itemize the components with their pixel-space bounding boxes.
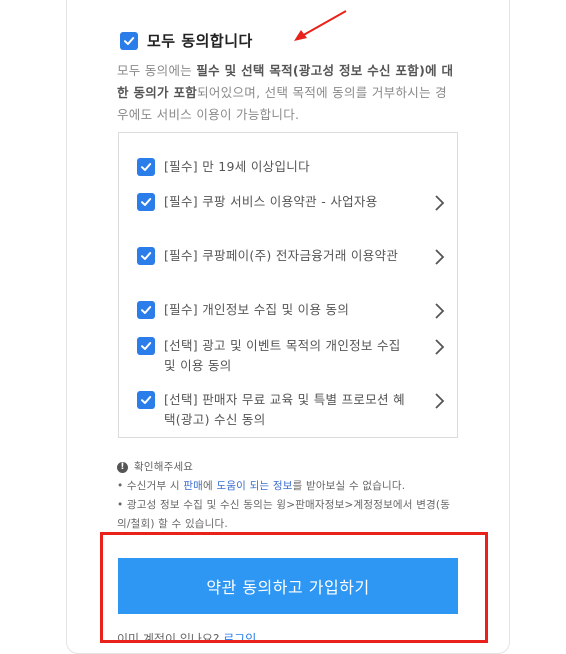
term-checkbox[interactable] [137,247,155,265]
notice-line: • 수신거부 시 판매에 도움이 되는 정보를 받아보실 수 없습니다. [117,477,461,496]
agree-all-label: 모두 동의합니다 [147,32,253,50]
notice-section: ! 확인해주세요 • 수신거부 시 판매에 도움이 되는 정보를 받아보실 수 … [117,458,461,538]
term-label: [선택] 판매자 무료 교육 및 특별 프로모션 혜택(광고) 수신 동의 [164,392,405,427]
checkmark-icon [124,36,135,45]
agree-and-signup-button[interactable]: 약관 동의하고 가입하기 [118,558,458,614]
chevron-right-icon[interactable] [433,302,447,320]
description-text: 모두 동의에는 [117,63,197,78]
term-label: [필수] 쿠팡 서비스 이용약관 - 사업자용 [164,194,378,209]
term-item-age[interactable]: [필수] 만 19세 이상입니다 [137,157,447,177]
notice-line: • 광고성 정보 수집 및 수신 동의는 윙>판매자정보>계정정보에서 변경(동… [117,496,461,538]
term-item-marketing[interactable]: [선택] 광고 및 이벤트 목적의 개인정보 수집 및 이용 동의 [137,336,447,376]
chevron-right-icon[interactable] [433,248,447,266]
term-label: [필수] 개인정보 수집 및 이용 동의 [164,302,350,317]
notice-text: • 수신거부 시 [117,480,184,492]
checkmark-icon [141,306,152,314]
terms-list: [필수] 만 19세 이상입니다 [필수] 쿠팡 서비스 이용약관 - 사업자용… [118,132,458,438]
term-item-promotion[interactable]: [선택] 판매자 무료 교육 및 특별 프로모션 혜택(광고) 수신 동의 [137,390,447,430]
term-item-service[interactable]: [필수] 쿠팡 서비스 이용약관 - 사업자용 [137,192,447,212]
agree-all-description: 모두 동의에는 필수 및 선택 목적(광고성 정보 수신 포함)에 대한 동의가… [117,60,457,126]
term-item-privacy[interactable]: [필수] 개인정보 수집 및 이용 동의 [137,300,447,320]
checkmark-icon [141,396,152,404]
agree-all-checkbox[interactable] [120,31,138,50]
chevron-right-icon[interactable] [433,338,447,356]
chevron-right-icon[interactable] [433,392,447,410]
notice-highlight: 판매 [183,480,204,492]
term-label: [선택] 광고 및 이벤트 목적의 개인정보 수집 및 이용 동의 [164,338,401,373]
term-checkbox[interactable] [137,301,155,319]
login-link[interactable]: 로그인 [223,632,256,641]
term-checkbox[interactable] [137,391,155,409]
notice-highlight: 도움이 되는 정보 [216,480,293,492]
term-label: [필수] 쿠팡페이(주) 전자금융거래 이용약관 [164,248,399,263]
checkmark-icon [141,342,152,350]
checkmark-icon [141,252,152,260]
chevron-right-icon[interactable] [433,194,447,212]
login-prompt: 이미 계정이 있나요? 로그인 [117,630,256,641]
term-item-payment[interactable]: [필수] 쿠팡페이(주) 전자금융거래 이용약관 [137,246,447,266]
notice-text: 를 받아보실 수 없습니다. [292,480,406,492]
agree-all-row[interactable]: 모두 동의합니다 [120,30,253,51]
notice-text: 에 [203,480,217,492]
annotation-arrow-icon [294,10,347,41]
checkmark-icon [141,163,152,171]
login-prompt-text: 이미 계정이 있나요? [117,632,224,641]
term-checkbox[interactable] [137,337,155,355]
term-label: [필수] 만 19세 이상입니다 [164,159,310,174]
term-checkbox[interactable] [137,158,155,176]
checkmark-icon [141,198,152,206]
info-icon: ! [117,462,128,473]
notice-title: ! 확인해주세요 [117,458,461,477]
notice-text: • 광고성 정보 수집 및 수신 동의는 윙>판매자정보>계정정보에서 변경(동… [117,499,451,530]
notice-title-text: 확인해주세요 [134,461,194,473]
term-checkbox[interactable] [137,193,155,211]
